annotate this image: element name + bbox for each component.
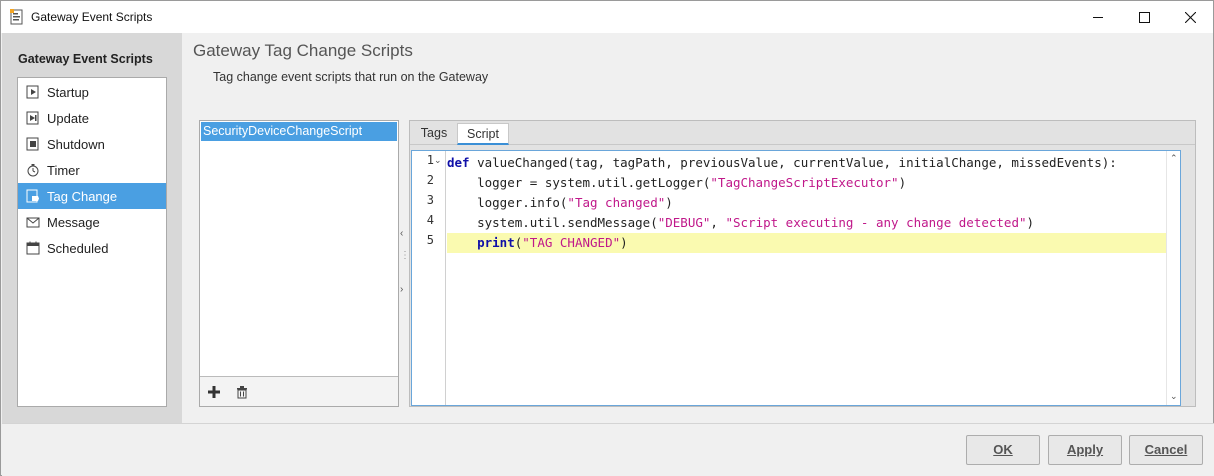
sidebar-item-label: Startup bbox=[47, 84, 89, 100]
code-line-highlighted: print("TAG CHANGED") bbox=[447, 233, 1167, 253]
minimize-button[interactable] bbox=[1075, 1, 1121, 33]
sidebar-item-label: Message bbox=[47, 214, 100, 230]
maximize-icon bbox=[1138, 11, 1150, 23]
minimize-icon bbox=[1093, 17, 1103, 18]
script-list-item[interactable]: SecurityDeviceChangeScript bbox=[201, 122, 397, 141]
sidebar-item-label: Shutdown bbox=[47, 136, 105, 152]
ok-button[interactable]: OK bbox=[966, 435, 1040, 465]
code-line: logger = system.util.getLogger("TagChang… bbox=[447, 175, 907, 190]
window-title: Gateway Event Scripts bbox=[31, 10, 153, 24]
sidebar-item-update[interactable]: Update bbox=[18, 105, 166, 131]
collapse-left-icon[interactable]: ‹ bbox=[400, 228, 403, 239]
code-line: system.util.sendMessage("DEBUG", "Script… bbox=[447, 215, 1035, 230]
message-icon bbox=[26, 217, 40, 228]
scroll-down-icon[interactable]: ⌄ bbox=[1170, 391, 1178, 402]
scroll-up-icon[interactable]: ⌃ bbox=[1170, 153, 1178, 164]
startup-icon bbox=[26, 85, 39, 99]
line-number: 5 bbox=[426, 233, 434, 247]
add-icon[interactable] bbox=[207, 385, 221, 399]
script-list-toolbar bbox=[200, 376, 398, 406]
update-icon bbox=[26, 111, 39, 125]
page-subtitle: Tag change event scripts that run on the… bbox=[213, 70, 489, 84]
page-title: Gateway Tag Change Scripts bbox=[193, 41, 413, 60]
sidebar-header: Gateway Event Scripts bbox=[18, 52, 153, 66]
app-scripts-icon bbox=[10, 9, 23, 25]
scheduled-icon bbox=[26, 241, 40, 255]
line-number: 3 bbox=[426, 193, 434, 207]
sidebar-item-message[interactable]: Message bbox=[18, 209, 166, 235]
event-type-list: Startup Update Shutdown Timer Tag Change… bbox=[17, 77, 167, 407]
line-number: 4 bbox=[426, 213, 434, 227]
vertical-scrollbar[interactable]: ⌃ ⌄ bbox=[1166, 151, 1180, 405]
apply-button[interactable]: Apply bbox=[1048, 435, 1122, 465]
close-icon bbox=[1184, 11, 1196, 23]
code-area[interactable]: def valueChanged(tag, tagPath, previousV… bbox=[447, 151, 1167, 405]
maximize-button[interactable] bbox=[1121, 1, 1167, 33]
code-line: logger.info("Tag changed") bbox=[447, 195, 673, 210]
script-list: SecurityDeviceChangeScript bbox=[199, 120, 399, 407]
sidebar-item-label: Tag Change bbox=[47, 188, 118, 204]
delete-icon[interactable] bbox=[235, 385, 249, 399]
fold-chevron-icon[interactable]: ⌄ bbox=[434, 155, 442, 166]
title-bar: Gateway Event Scripts bbox=[1, 1, 1213, 33]
tag-change-icon bbox=[26, 189, 39, 203]
sidebar-item-label: Scheduled bbox=[47, 240, 109, 256]
sidebar-item-startup[interactable]: Startup bbox=[18, 79, 166, 105]
line-number: 2 bbox=[426, 173, 434, 187]
tab-tags[interactable]: Tags bbox=[412, 123, 456, 145]
tab-script[interactable]: Script bbox=[457, 123, 509, 145]
tag-change-scripts-panel: Gateway Tag Change Scripts Tag change ev… bbox=[182, 33, 1213, 423]
script-tab-panel: Tags Script 1 ⌄ 2 3 4 5 def valueChanged… bbox=[409, 120, 1196, 407]
cancel-button[interactable]: Cancel bbox=[1129, 435, 1203, 465]
dialog-footer: OK Apply Cancel bbox=[2, 423, 1214, 476]
sidebar-item-tag-change[interactable]: Tag Change bbox=[18, 183, 166, 209]
collapse-right-icon[interactable]: › bbox=[400, 284, 403, 295]
sidebar-item-timer[interactable]: Timer bbox=[18, 157, 166, 183]
panel-splitter[interactable]: ‹ ⋮ › bbox=[398, 120, 410, 407]
code-editor[interactable]: 1 ⌄ 2 3 4 5 def valueChanged(tag, tagPat… bbox=[411, 150, 1181, 406]
line-number: 1 bbox=[426, 153, 434, 167]
event-type-sidebar: Gateway Event Scripts Startup Update Shu… bbox=[2, 33, 182, 423]
sidebar-item-label: Update bbox=[47, 110, 89, 126]
tab-bar: Tags Script bbox=[410, 121, 1195, 145]
line-number-gutter: 1 ⌄ 2 3 4 5 bbox=[412, 151, 446, 405]
shutdown-icon bbox=[26, 137, 39, 151]
sidebar-item-scheduled[interactable]: Scheduled bbox=[18, 235, 166, 261]
gateway-event-scripts-dialog: Gateway Event Scripts Gateway Event Scri… bbox=[0, 0, 1214, 476]
timer-icon bbox=[27, 164, 39, 177]
sidebar-item-shutdown[interactable]: Shutdown bbox=[18, 131, 166, 157]
close-button[interactable] bbox=[1167, 1, 1213, 33]
sidebar-item-label: Timer bbox=[47, 162, 80, 178]
code-line: def valueChanged(tag, tagPath, previousV… bbox=[447, 155, 1117, 170]
